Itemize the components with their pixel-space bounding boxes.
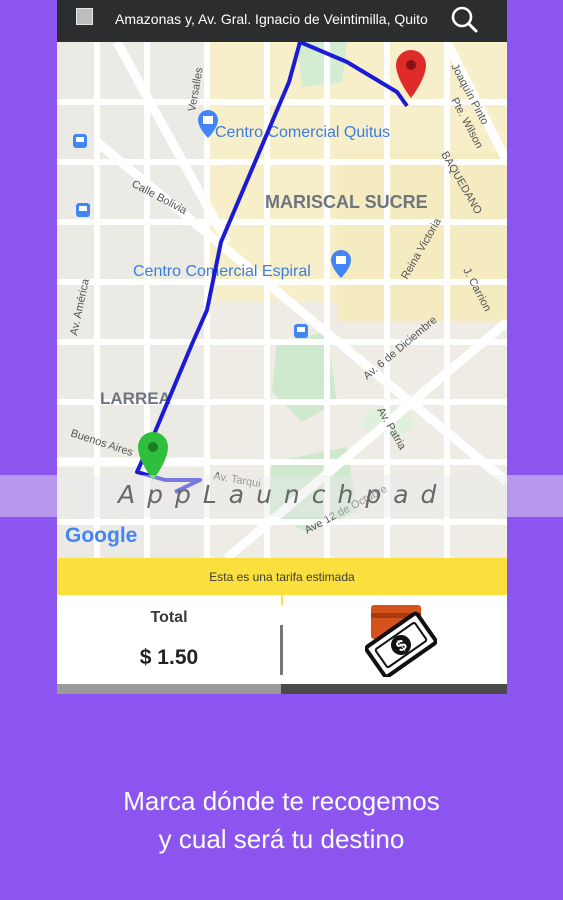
- map-label-espiral: Centro Comercial Espiral: [133, 263, 311, 280]
- caption-line-1: Marca dónde te recogemos: [123, 786, 440, 816]
- bottom-strip-left: [57, 684, 281, 694]
- phone-screen: Amazonas y, Av. Gral. Ignacio de Veintim…: [57, 0, 507, 694]
- total-label: Total: [150, 609, 188, 626]
- promo-caption: Marca dónde te recogemos y cual será tu …: [0, 782, 563, 858]
- map-label-mariscal: MARISCAL SUCRE: [265, 192, 428, 212]
- bus-stop-icon: [73, 134, 87, 148]
- caption-line-2: y cual será tu destino: [158, 824, 405, 854]
- total-value: $ 1.50: [139, 646, 199, 669]
- watermark-text: AppLaunchpad: [118, 480, 449, 509]
- cash-wallet-icon: $: [365, 605, 437, 677]
- map-label-larrea: LARREA: [100, 389, 171, 408]
- search-icon[interactable]: [449, 3, 481, 35]
- map-label-quitus: Centro Comercial Quitus: [215, 124, 390, 141]
- top-bar: Amazonas y, Av. Gral. Ignacio de Veintim…: [57, 0, 507, 42]
- bus-stop-icon: [294, 324, 308, 338]
- bottom-strip-right: [281, 684, 507, 694]
- menu-square-icon[interactable]: [76, 8, 93, 25]
- park: [297, 42, 347, 87]
- watermark-band: AppLaunchpad: [0, 475, 563, 517]
- bus-stop-icon: [76, 203, 90, 217]
- total-panel: Total $ 1.50: [57, 595, 281, 684]
- fare-estimate-banner: Esta es una tarifa estimada: [57, 558, 507, 595]
- google-logo: Google: [65, 524, 137, 547]
- pickup-address[interactable]: Amazonas y, Av. Gral. Ignacio de Veintim…: [115, 11, 445, 27]
- payment-method-button[interactable]: $: [283, 595, 507, 684]
